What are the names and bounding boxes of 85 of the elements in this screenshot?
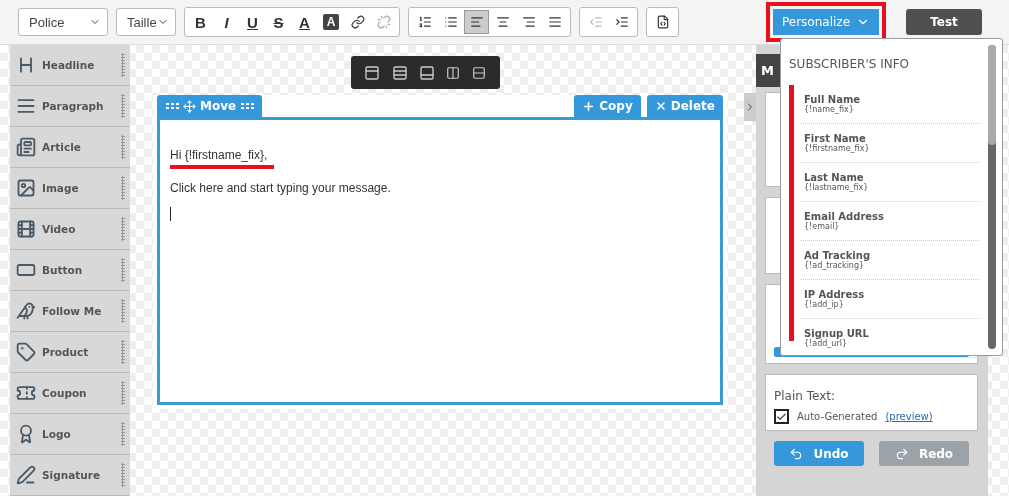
format-button[interactable]: B bbox=[188, 10, 213, 34]
format-button[interactable]: S bbox=[266, 10, 291, 34]
align-center-icon bbox=[495, 15, 510, 29]
unlink-icon bbox=[376, 15, 391, 29]
drag-handle[interactable] bbox=[121, 381, 125, 405]
film-icon bbox=[16, 219, 36, 239]
test-button[interactable]: Test bbox=[906, 9, 982, 35]
menu-item[interactable]: Last Name {!lastname_fix} bbox=[801, 163, 980, 202]
bird-icon bbox=[16, 301, 36, 321]
menu-item[interactable]: Signup URL {!add_url} bbox=[801, 319, 980, 358]
align-left-icon bbox=[469, 15, 484, 29]
drag-handle[interactable] bbox=[121, 422, 125, 446]
block-item[interactable]: Video bbox=[10, 209, 130, 250]
justify-icon bbox=[547, 15, 562, 29]
copy-tab[interactable]: Copy bbox=[574, 95, 641, 117]
indent-icon bbox=[614, 15, 629, 29]
drag-handle[interactable] bbox=[121, 217, 125, 241]
plus-icon bbox=[582, 99, 596, 113]
block-item[interactable]: Paragraph bbox=[10, 86, 130, 127]
block-item[interactable]: Follow Me bbox=[10, 291, 130, 332]
menu-item[interactable]: Email Address {!email} bbox=[801, 202, 980, 241]
menu-item[interactable]: Full Name {!name_fix} bbox=[801, 85, 980, 124]
tag-icon bbox=[16, 342, 36, 362]
size-select[interactable]: Taille bbox=[116, 8, 176, 36]
pen-icon bbox=[16, 465, 36, 485]
article-icon bbox=[16, 137, 36, 157]
undo-icon bbox=[789, 446, 804, 461]
highlight-color-button[interactable]: A bbox=[323, 14, 339, 30]
plain-text-label: Plain Text: bbox=[774, 389, 836, 403]
checkbox-label: Auto-Generated bbox=[797, 411, 878, 422]
drag-handle[interactable] bbox=[121, 135, 125, 159]
redo-icon bbox=[894, 446, 909, 461]
close-icon bbox=[654, 100, 667, 112]
font-select[interactable]: Police bbox=[18, 8, 108, 36]
format-button[interactable]: I bbox=[214, 10, 239, 34]
drag-handle[interactable] bbox=[121, 53, 125, 77]
bullet-list-icon bbox=[443, 15, 458, 29]
block-item[interactable]: Signature bbox=[10, 455, 130, 496]
drag-handle[interactable] bbox=[121, 463, 125, 487]
scrollbar[interactable] bbox=[988, 45, 996, 349]
text-color-button[interactable]: A bbox=[292, 10, 317, 34]
block-item[interactable]: Article bbox=[10, 127, 130, 168]
move-tab[interactable]: Move bbox=[157, 95, 263, 117]
drag-handle[interactable] bbox=[121, 299, 125, 323]
text-line: Hi {!firstname_fix}, bbox=[170, 148, 268, 162]
row-top-icon[interactable] bbox=[364, 64, 381, 81]
block-item[interactable]: Coupon bbox=[10, 373, 130, 414]
personalize-button[interactable]: Personalize bbox=[773, 9, 879, 35]
add-column-icon[interactable] bbox=[446, 65, 461, 80]
move-icon bbox=[183, 99, 196, 113]
add-row-icon[interactable] bbox=[471, 65, 486, 80]
block-item[interactable]: Logo bbox=[10, 414, 130, 455]
drag-handle[interactable] bbox=[121, 340, 125, 364]
drag-handle[interactable] bbox=[121, 94, 125, 118]
block-item[interactable]: Headline bbox=[10, 45, 130, 86]
checkbox[interactable] bbox=[774, 409, 789, 424]
row-bottom-icon[interactable] bbox=[418, 64, 435, 81]
coupon-icon bbox=[16, 383, 36, 403]
scroll-thumb[interactable] bbox=[988, 45, 996, 145]
delete-tab[interactable]: Delete bbox=[646, 95, 723, 117]
text-cursor bbox=[170, 207, 171, 221]
menu-item[interactable]: IP Address {!add_ip} bbox=[801, 280, 980, 319]
drag-handle[interactable] bbox=[121, 176, 125, 200]
preview-link[interactable]: (preview) bbox=[885, 411, 933, 422]
menu-item[interactable]: First Name {!firstname_fix} bbox=[801, 124, 980, 163]
numbered-list-icon bbox=[417, 15, 432, 29]
code-file-icon bbox=[655, 15, 670, 29]
align-left-button[interactable] bbox=[464, 10, 489, 34]
paragraph-icon bbox=[16, 96, 36, 116]
block-item[interactable]: Button bbox=[10, 250, 130, 291]
text-editor[interactable]: Hi {!firstname_fix}, Click here and start typing your message. bbox=[157, 117, 723, 405]
outdent-icon bbox=[588, 15, 603, 29]
undo-button[interactable]: Undo bbox=[774, 441, 864, 466]
drag-handle[interactable] bbox=[121, 258, 125, 282]
row-middle-icon[interactable] bbox=[391, 64, 408, 81]
format-button[interactable]: U bbox=[240, 10, 265, 34]
dots-icon bbox=[165, 102, 179, 110]
text-line: Click here and start typing your message. bbox=[170, 181, 391, 195]
link-icon bbox=[350, 15, 365, 29]
dots-icon bbox=[240, 102, 255, 110]
block-item[interactable]: Product bbox=[10, 332, 130, 373]
image-icon bbox=[16, 178, 36, 198]
align-right-icon bbox=[521, 15, 536, 29]
menu-item[interactable]: Ad Tracking {!ad_tracking} bbox=[801, 241, 980, 280]
block-item[interactable]: Image bbox=[10, 168, 130, 209]
